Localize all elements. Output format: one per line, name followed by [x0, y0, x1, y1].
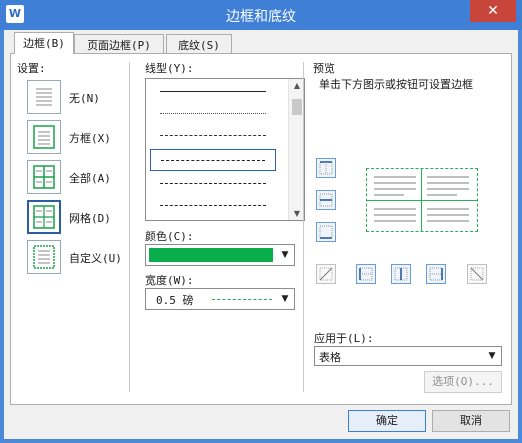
diagonal-down-icon[interactable]	[467, 264, 487, 284]
title-bar: W 边框和底纹 ✕	[0, 0, 522, 30]
divider	[303, 62, 304, 392]
tab-panel: 设置: 无(N) 方框(X) 全部(A) 网格(D) 自定义(U) 线型(Y):	[10, 53, 512, 405]
grid-icon	[27, 200, 61, 234]
line-style-dotted-fine[interactable]	[150, 103, 276, 125]
width-value: 0.5 磅	[156, 294, 194, 307]
setting-custom[interactable]: 自定义(U)	[27, 240, 131, 274]
chevron-down-icon[interactable]: ▼	[276, 245, 294, 265]
border-left-icon[interactable]	[356, 264, 376, 284]
options-button[interactable]: 选项(O)...	[424, 371, 502, 393]
tab-page-border[interactable]: 页面边框(P)	[74, 34, 164, 54]
width-label: 宽度(W):	[145, 274, 194, 287]
color-swatch	[149, 248, 273, 262]
apply-to-dropdown[interactable]: 表格 ▼	[314, 346, 502, 366]
line-style-dashed[interactable]	[150, 149, 276, 171]
line-style-list[interactable]: ▲ ▼	[145, 78, 305, 221]
setting-label: 无(N)	[69, 92, 100, 105]
tab-shading[interactable]: 底纹(S)	[166, 34, 232, 54]
setting-all[interactable]: 全部(A)	[27, 160, 131, 194]
box-icon	[27, 120, 61, 154]
setting-label: 自定义(U)	[69, 252, 122, 265]
chevron-down-icon[interactable]: ▼	[276, 289, 294, 309]
window-title: 边框和底纹	[226, 9, 296, 25]
chevron-down-icon[interactable]: ▼	[483, 347, 501, 365]
apply-to-value: 表格	[319, 351, 341, 364]
preview-hint: 单击下方图示或按钮可设置边框	[319, 78, 473, 91]
setting-none[interactable]: 无(N)	[27, 80, 131, 114]
line-style-heading: 线型(Y):	[145, 62, 194, 75]
border-right-icon[interactable]	[426, 264, 446, 284]
divider	[129, 62, 130, 392]
tab-borders[interactable]: 边框(B)	[14, 32, 74, 54]
apply-to-label: 应用于(L):	[314, 332, 374, 345]
setting-grid[interactable]: 网格(D)	[27, 200, 131, 234]
border-top-icon[interactable]	[316, 158, 336, 178]
scroll-thumb[interactable]	[292, 99, 302, 115]
setting-label: 网格(D)	[69, 212, 111, 225]
line-style-dashed-small[interactable]	[150, 125, 276, 147]
color-label: 颜色(C):	[145, 230, 194, 243]
custom-icon	[27, 240, 61, 274]
diagonal-up-icon[interactable]	[316, 264, 336, 284]
width-dropdown[interactable]: 0.5 磅 ▼	[145, 288, 295, 310]
setting-label: 全部(A)	[69, 172, 111, 185]
ok-button[interactable]: 确定	[348, 410, 426, 432]
border-inside-vertical-icon[interactable]	[391, 264, 411, 284]
setting-label: 方框(X)	[69, 132, 111, 145]
border-bottom-icon[interactable]	[316, 222, 336, 242]
line-style-solid[interactable]	[150, 81, 276, 103]
border-inside-horizontal-icon[interactable]	[316, 190, 336, 210]
color-dropdown[interactable]: ▼	[145, 244, 295, 266]
preview-heading: 预览	[313, 62, 335, 75]
width-line-sample	[212, 299, 272, 300]
line-style-scrollbar[interactable]: ▲ ▼	[288, 79, 304, 220]
preview-inside-horizontal	[366, 200, 478, 201]
settings-heading: 设置:	[17, 62, 46, 75]
close-button[interactable]: ✕	[470, 0, 516, 22]
none-icon	[27, 80, 61, 114]
all-icon	[27, 160, 61, 194]
setting-box[interactable]: 方框(X)	[27, 120, 131, 154]
line-style-dash-dot[interactable]	[150, 173, 276, 195]
cancel-button[interactable]: 取消	[432, 410, 510, 432]
line-style-dash-dot-dot[interactable]	[150, 195, 276, 217]
